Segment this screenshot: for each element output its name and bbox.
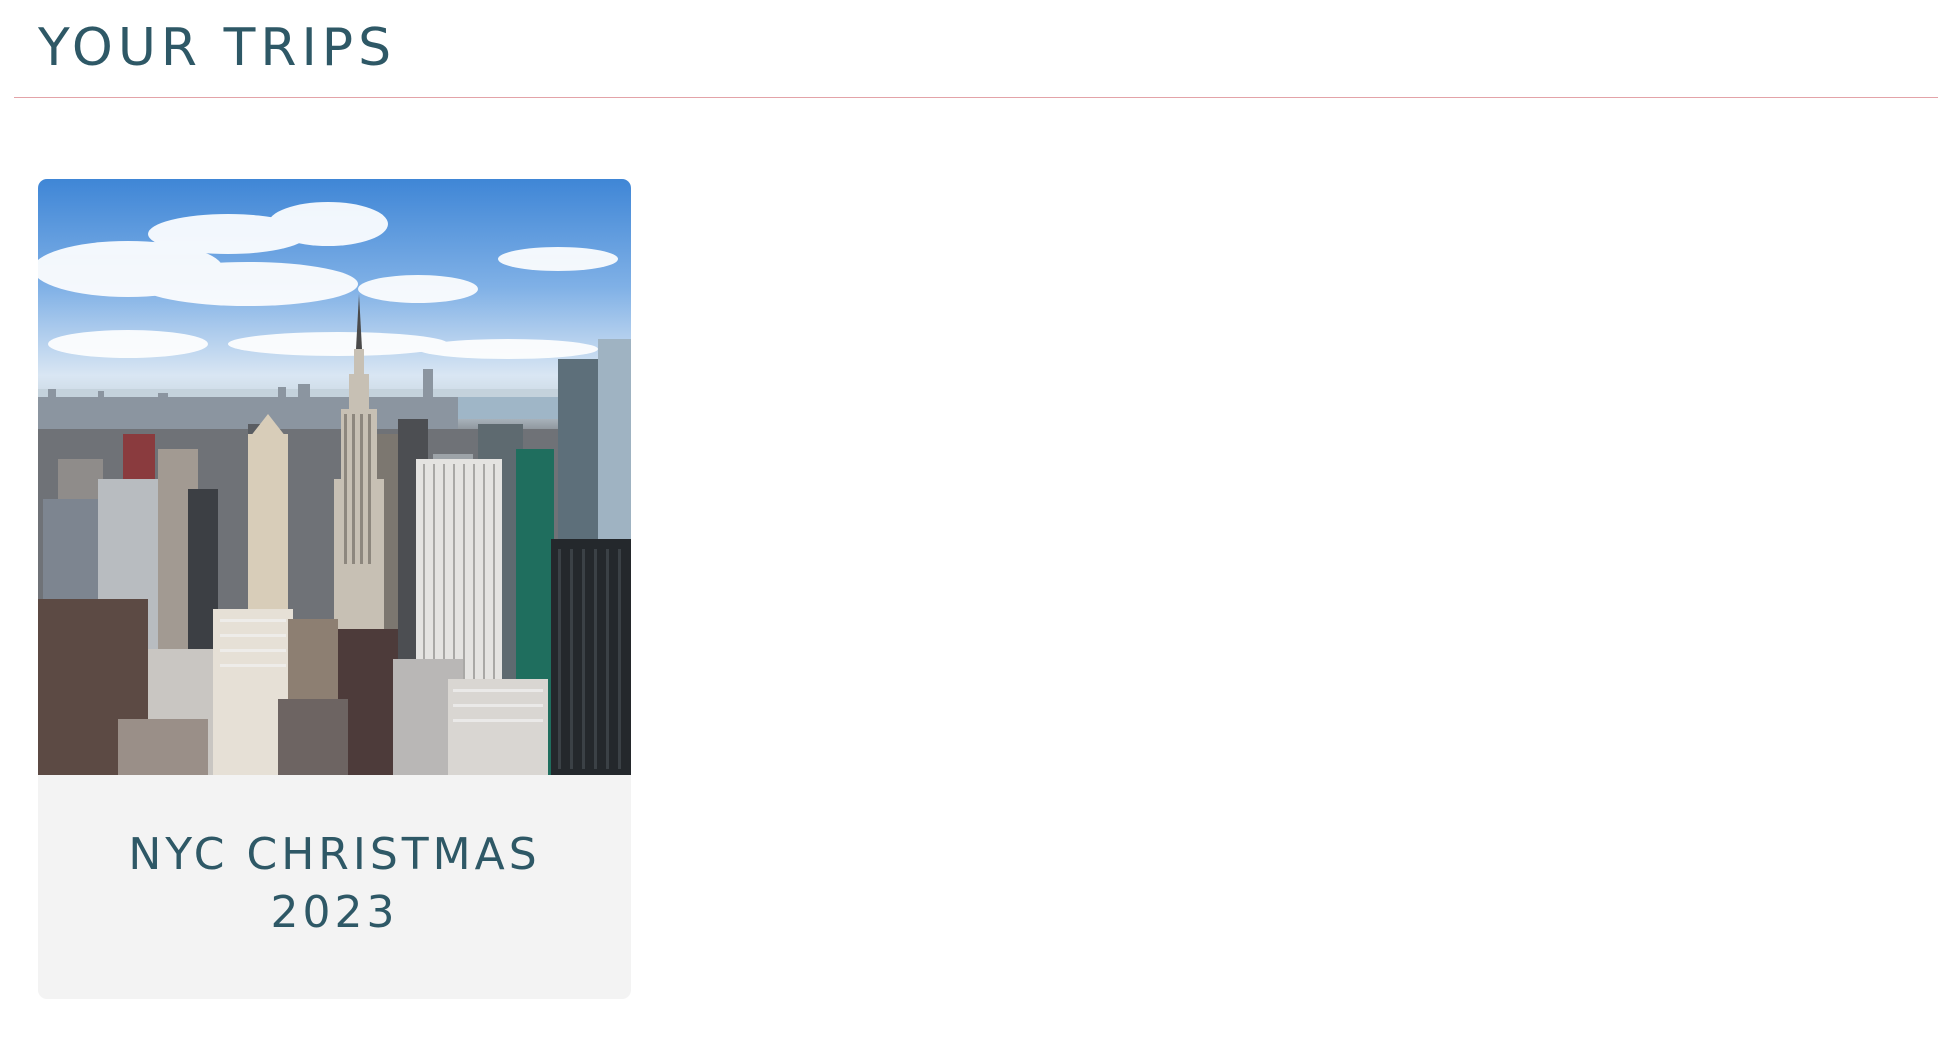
trip-title-line2: 2023 [270,887,399,938]
page-title: YOUR TRIPS [38,18,397,78]
trip-title-line1: NYC CHRISTMAS [128,829,541,880]
title-divider [14,97,1938,98]
trips-page: YOUR TRIPS NYC CHRISTMAS 2023 [0,0,1948,1054]
trip-cover-image [38,179,631,775]
city-skyline-illustration [38,202,631,775]
trip-card[interactable]: NYC CHRISTMAS 2023 [38,179,631,999]
trip-card-footer: NYC CHRISTMAS 2023 [38,775,631,999]
trip-title: NYC CHRISTMAS 2023 [98,826,570,942]
